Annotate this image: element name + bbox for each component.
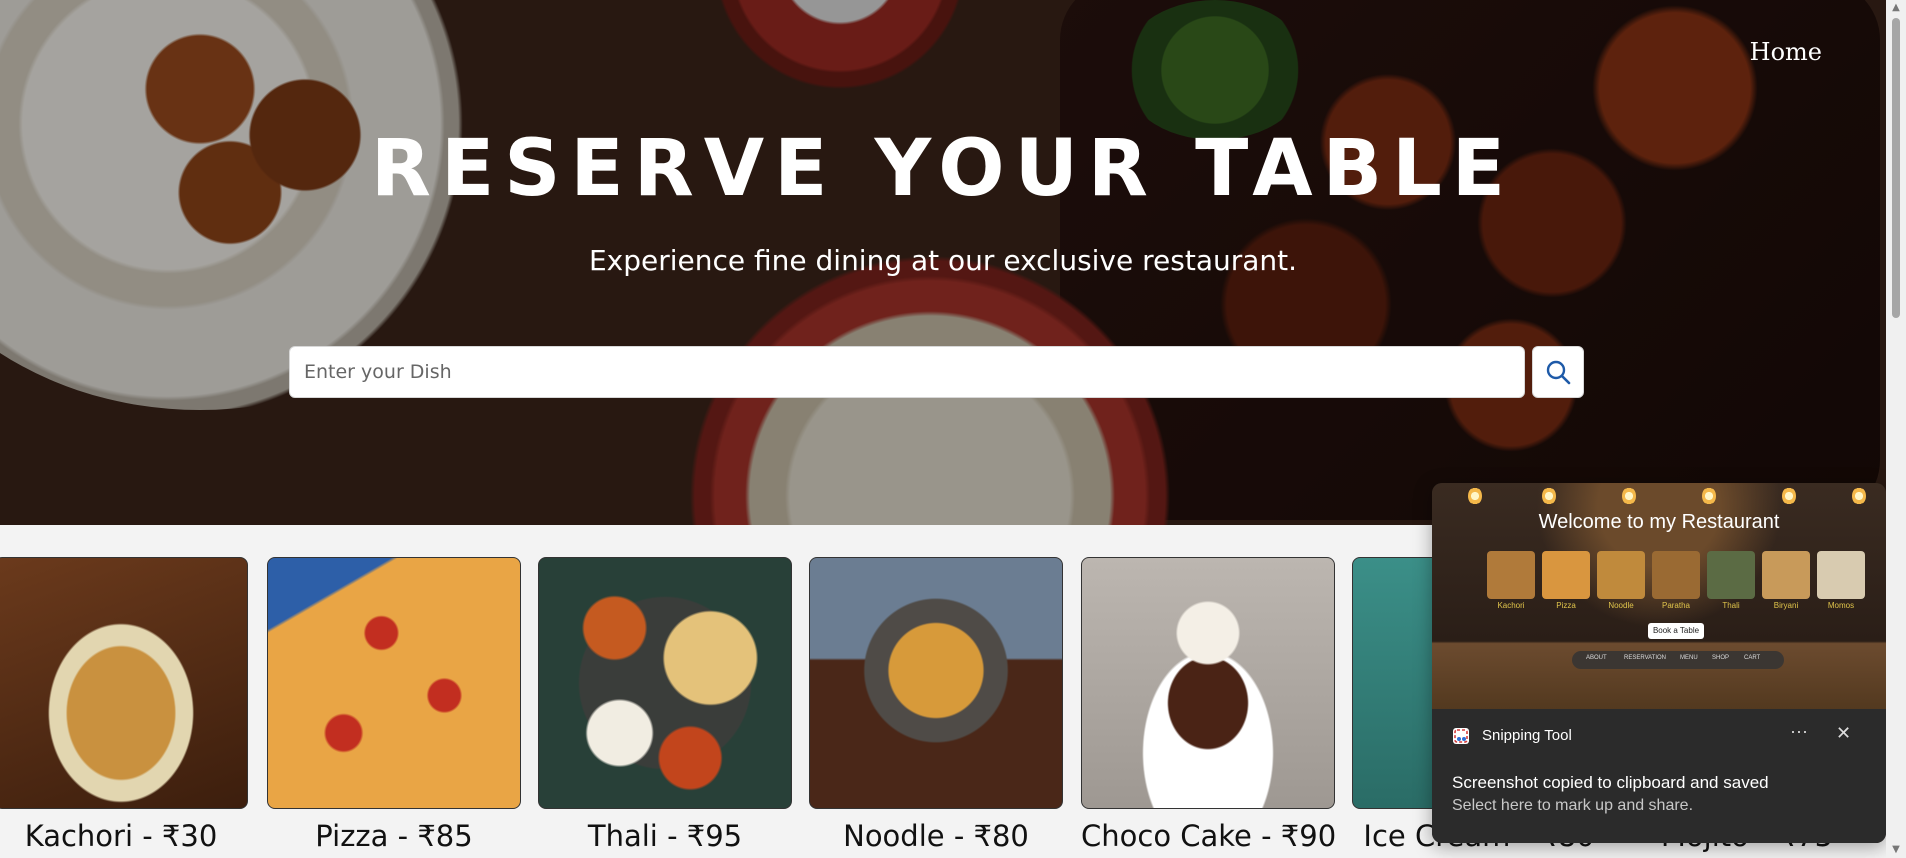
- menu-item-label: Noodle - ₹80: [843, 819, 1029, 853]
- preview-thumb-label: Kachori: [1497, 601, 1525, 610]
- scroll-down-arrow-icon[interactable]: ▼: [1890, 844, 1902, 856]
- preview-thumb: [1652, 551, 1700, 599]
- pizza-image: [267, 557, 521, 809]
- search-icon: [1546, 360, 1571, 385]
- kachori-image: [0, 557, 248, 809]
- menu-card-pizza[interactable]: Pizza - ₹85: [267, 557, 521, 853]
- snipping-message: Screenshot copied to clipboard and saved: [1452, 773, 1769, 792]
- scroll-up-arrow-icon[interactable]: ▲: [1890, 2, 1902, 14]
- hero-banner: Home RESERVE YOUR TABLE Experience fine …: [0, 0, 1886, 525]
- preview-thumb: [1762, 551, 1810, 599]
- preview-thumb-label: Pizza: [1556, 601, 1576, 610]
- menu-card-choco-cake[interactable]: Choco Cake - ₹90: [1081, 557, 1336, 853]
- choco-cake-image: [1081, 557, 1335, 809]
- preview-thumb-label: Noodle: [1608, 601, 1634, 610]
- preview-nav-item: CART: [1744, 655, 1761, 661]
- menu-card-noodle[interactable]: Noodle - ₹80: [809, 557, 1063, 853]
- preview-thumb: [1817, 551, 1865, 599]
- page-scrollbar[interactable]: ▲ ▼: [1886, 0, 1906, 858]
- snipping-notification[interactable]: Welcome to my Restaurant Kachori Pizza N…: [1432, 483, 1886, 843]
- menu-item-label: Kachori - ₹30: [24, 819, 218, 853]
- preview-thumb-label: Thali: [1722, 601, 1740, 610]
- snipping-app-name: Snipping Tool: [1482, 727, 1572, 744]
- menu-card-thali[interactable]: Thali - ₹95: [538, 557, 792, 853]
- scrollbar-thumb[interactable]: [1892, 18, 1900, 318]
- string-lights: [1432, 483, 1886, 513]
- hero-subtitle: Experience fine dining at our exclusive …: [588, 244, 1298, 277]
- hero-title: RESERVE YOUR TABLE: [370, 124, 1516, 214]
- preview-nav-item: ABOUT: [1586, 655, 1607, 661]
- preview-nav: ABOUT RESERVATION MENU SHOP CART: [1572, 651, 1784, 669]
- preview-nav-item: RESERVATION: [1624, 655, 1667, 661]
- preview-thumb-label: Biryani: [1773, 601, 1799, 610]
- snipping-body[interactable]: Screenshot copied to clipboard and saved…: [1432, 761, 1886, 843]
- snipping-header: Snipping Tool ··· ✕: [1432, 709, 1886, 761]
- close-button[interactable]: ✕: [1836, 723, 1851, 744]
- preview-thumbnails: Kachori Pizza Noodle Paratha Thali Birya…: [1487, 551, 1865, 611]
- preview-thumb-label: Paratha: [1661, 601, 1691, 610]
- thali-image: [538, 557, 792, 809]
- preview-thumb: [1597, 551, 1645, 599]
- preview-book-button: Book a Table: [1648, 623, 1704, 639]
- snipping-tool-icon: [1453, 728, 1469, 744]
- dish-search-input[interactable]: [289, 346, 1525, 398]
- preview-thumb: [1542, 551, 1590, 599]
- preview-nav-item: SHOP: [1712, 655, 1730, 661]
- snipping-submessage: Select here to mark up and share.: [1452, 797, 1694, 814]
- preview-thumb: [1487, 551, 1535, 599]
- preview-title: Welcome to my Restaurant: [1538, 511, 1780, 533]
- search-button[interactable]: [1532, 346, 1584, 398]
- preview-thumb: [1707, 551, 1755, 599]
- preview-thumb-label: Momos: [1827, 601, 1855, 610]
- nav-home-link[interactable]: Home: [1750, 38, 1822, 66]
- menu-item-label: Thali - ₹95: [587, 819, 743, 853]
- menu-item-label: Pizza - ₹85: [315, 819, 473, 853]
- menu-card-kachori[interactable]: Kachori - ₹30: [0, 557, 248, 853]
- preview-nav-item: MENU: [1680, 655, 1698, 661]
- screenshot-preview[interactable]: Welcome to my Restaurant Kachori Pizza N…: [1432, 483, 1886, 709]
- more-options-button[interactable]: ···: [1790, 721, 1808, 742]
- menu-item-label: Choco Cake - ₹90: [1081, 819, 1337, 853]
- noodle-image: [809, 557, 1063, 809]
